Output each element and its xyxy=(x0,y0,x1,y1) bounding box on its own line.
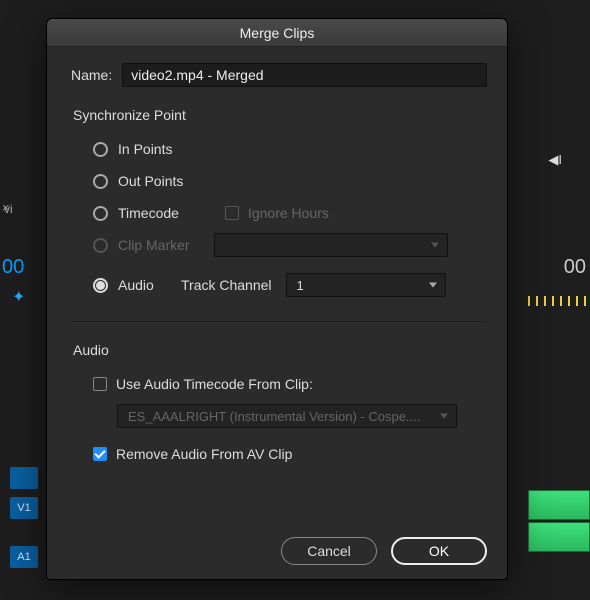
timeline-ruler xyxy=(528,296,590,306)
name-input[interactable] xyxy=(122,63,487,87)
panel-tab: vi xyxy=(4,202,13,216)
remove-audio-label: Remove Audio From AV Clip xyxy=(116,446,292,462)
audio-waveform xyxy=(528,490,590,520)
step-back-icon[interactable]: ◀I xyxy=(548,152,562,168)
radio-timecode-label: Timecode xyxy=(118,205,179,221)
use-audio-timecode-label: Use Audio Timecode From Clip: xyxy=(116,376,313,392)
audio-section-label: Audio xyxy=(73,342,487,358)
ignore-hours-label: Ignore Hours xyxy=(248,205,329,221)
radio-in-points[interactable] xyxy=(93,142,108,157)
audio-clip-select: ES_AAALRIGHT (Instrumental Version) - Co… xyxy=(117,404,457,428)
radio-out-points-label: Out Points xyxy=(118,173,183,189)
chevron-down-icon xyxy=(431,243,439,248)
fx-icon: ✦ xyxy=(12,287,25,307)
radio-timecode[interactable] xyxy=(93,206,108,221)
chevron-down-icon xyxy=(440,414,448,419)
radio-in-points-label: In Points xyxy=(118,141,172,157)
timecode-left: 00 xyxy=(2,256,24,279)
radio-out-points[interactable] xyxy=(93,174,108,189)
use-audio-timecode-checkbox[interactable] xyxy=(93,377,107,391)
radio-audio-label: Audio xyxy=(118,277,181,293)
dialog-title: Merge Clips xyxy=(240,25,315,41)
clip-marker-select xyxy=(214,233,448,257)
track-v1-button[interactable]: V1 xyxy=(10,497,38,519)
track-channel-select[interactable]: 1 xyxy=(286,273,446,297)
audio-clip-value: ES_AAALRIGHT (Instrumental Version) - Co… xyxy=(128,409,420,424)
audio-waveform xyxy=(528,522,590,552)
merge-clips-dialog: Merge Clips Name: Synchronize Point In P… xyxy=(46,18,508,580)
track-button[interactable] xyxy=(10,467,38,489)
divider xyxy=(71,321,487,322)
cancel-button[interactable]: Cancel xyxy=(281,537,377,565)
sync-section-label: Synchronize Point xyxy=(73,107,487,123)
track-channel-value: 1 xyxy=(297,278,304,293)
radio-clip-marker xyxy=(93,238,108,253)
dialog-titlebar: Merge Clips xyxy=(47,19,507,47)
chevron-down-icon xyxy=(429,283,437,288)
track-a1-button[interactable]: A1 xyxy=(10,546,38,568)
timecode-right: 00 xyxy=(564,256,586,279)
remove-audio-checkbox[interactable] xyxy=(93,447,107,461)
radio-audio[interactable] xyxy=(93,278,108,293)
name-label: Name: xyxy=(71,67,112,83)
ok-button[interactable]: OK xyxy=(391,537,487,565)
track-channel-label: Track Channel xyxy=(181,277,272,293)
ignore-hours-checkbox xyxy=(225,206,239,220)
radio-clip-marker-label: Clip Marker xyxy=(118,237,214,253)
